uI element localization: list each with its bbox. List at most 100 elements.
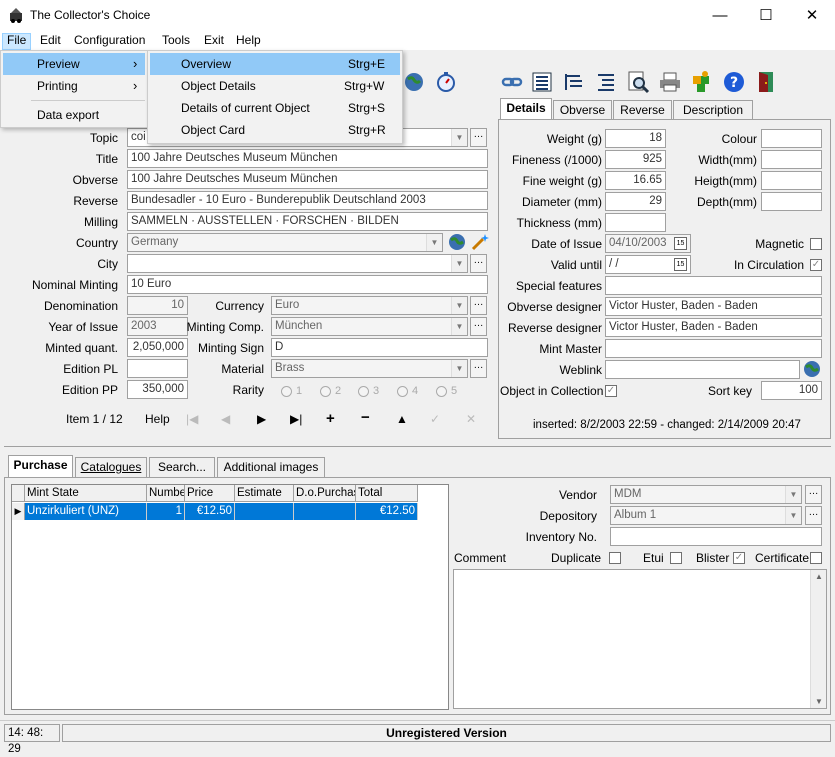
- minimize-button[interactable]: —: [697, 0, 743, 31]
- rarity-radio-2[interactable]: [320, 386, 331, 397]
- special-features-field[interactable]: [605, 276, 822, 295]
- title-field[interactable]: 100 Jahre Deutsches Museum München: [127, 149, 488, 168]
- rarity-radio-4[interactable]: [397, 386, 408, 397]
- rarity-radio-1[interactable]: [281, 386, 292, 397]
- globe-icon[interactable]: [802, 359, 822, 379]
- tree-view-icon[interactable]: [562, 70, 586, 94]
- edition-pp-field[interactable]: 350,000: [127, 380, 188, 399]
- grid-header-estimate[interactable]: Estimate: [235, 485, 294, 502]
- menu-help[interactable]: Help: [232, 33, 265, 50]
- grid-header-price[interactable]: Price: [185, 485, 235, 502]
- printer-icon[interactable]: [658, 70, 682, 94]
- tab-catalogues[interactable]: Catalogues: [75, 457, 147, 477]
- close-button[interactable]: ✕: [789, 0, 835, 31]
- vendor-more-button[interactable]: …: [805, 485, 822, 504]
- calendar-icon[interactable]: 15: [674, 237, 687, 250]
- currency-dropdown-icon[interactable]: ▼: [451, 297, 467, 314]
- tab-description[interactable]: Description: [673, 100, 753, 120]
- grid-header-total[interactable]: Total: [356, 485, 418, 502]
- calendar-icon[interactable]: 15: [674, 258, 687, 271]
- width-field[interactable]: [761, 150, 822, 169]
- minted-quantity-field[interactable]: 2,050,000: [127, 338, 188, 357]
- delete-record-icon[interactable]: −: [361, 409, 370, 426]
- details-view-icon[interactable]: [594, 70, 618, 94]
- menu-edit[interactable]: Edit: [36, 33, 65, 50]
- reverse-field[interactable]: Bundesadler - 10 Euro - Bunderepublik De…: [127, 191, 488, 210]
- menu-item-printing[interactable]: Printing: [3, 75, 145, 97]
- minting-comp-field[interactable]: München: [271, 317, 468, 336]
- menu-tools[interactable]: Tools: [158, 33, 194, 50]
- link-icon[interactable]: [500, 70, 524, 94]
- grid-cell-date-purchase[interactable]: [294, 503, 356, 520]
- obverse-field[interactable]: 100 Jahre Deutsches Museum München: [127, 170, 488, 189]
- confirm-icon[interactable]: ✓: [430, 412, 440, 426]
- grid-header-number[interactable]: Numbe: [147, 485, 185, 502]
- comment-scrollbar[interactable]: ▲ ▼: [810, 570, 826, 708]
- weight-field[interactable]: 18: [605, 129, 666, 148]
- fine-weight-field[interactable]: 16.65: [605, 171, 666, 190]
- submenu-item-object-details[interactable]: Object Details Strg+W: [150, 75, 400, 97]
- grid-cell-number[interactable]: 1: [147, 503, 185, 520]
- weblink-field[interactable]: [605, 360, 800, 379]
- certificate-checkbox[interactable]: [810, 552, 822, 564]
- topic-more-button[interactable]: …: [470, 128, 487, 147]
- first-record-icon[interactable]: |◀: [186, 412, 198, 426]
- city-more-button[interactable]: …: [470, 254, 487, 273]
- mint-master-field[interactable]: [605, 339, 822, 358]
- tab-details[interactable]: Details: [500, 98, 552, 120]
- tab-search[interactable]: Search...: [149, 457, 215, 477]
- search-icon[interactable]: [626, 70, 650, 94]
- grid-cell-total[interactable]: €12.50: [356, 503, 418, 520]
- duplicate-checkbox[interactable]: [609, 552, 621, 564]
- depository-field[interactable]: Album 1: [610, 506, 802, 525]
- year-field[interactable]: 2003: [127, 317, 188, 336]
- obverse-designer-field[interactable]: Victor Huster, Baden - Baden: [605, 297, 822, 316]
- country-field[interactable]: Germany: [127, 233, 443, 252]
- previous-record-icon[interactable]: ◀: [221, 412, 230, 426]
- etui-checkbox[interactable]: [670, 552, 682, 564]
- grid-cell-estimate[interactable]: [235, 503, 294, 520]
- fineness-field[interactable]: 925: [605, 150, 666, 169]
- menu-file[interactable]: File: [2, 33, 32, 50]
- tab-purchase[interactable]: Purchase: [8, 455, 73, 477]
- minting-sign-field[interactable]: D: [271, 338, 488, 357]
- reverse-designer-field[interactable]: Victor Huster, Baden - Baden: [605, 318, 822, 337]
- material-dropdown-icon[interactable]: ▼: [451, 360, 467, 377]
- vendor-dropdown-icon[interactable]: ▼: [785, 486, 801, 503]
- tab-obverse[interactable]: Obverse: [553, 100, 612, 120]
- scroll-down-icon[interactable]: ▼: [815, 697, 823, 706]
- list-view-icon[interactable]: [530, 70, 554, 94]
- minting-comp-dropdown-icon[interactable]: ▼: [451, 318, 467, 335]
- submenu-item-overview[interactable]: Overview Strg+E: [150, 53, 400, 75]
- puzzle-icon[interactable]: [690, 70, 714, 94]
- next-record-icon[interactable]: ▶: [257, 412, 266, 426]
- nominal-minting-field[interactable]: 10 Euro: [127, 275, 488, 294]
- magic-wand-icon[interactable]: [470, 232, 490, 252]
- menu-configuration[interactable]: Configuration: [70, 33, 149, 50]
- country-dropdown-icon[interactable]: ▼: [426, 234, 442, 251]
- menu-item-preview[interactable]: Preview: [3, 53, 145, 75]
- milling-field[interactable]: SAMMELN · AUSSTELLEN · FORSCHEN · BILDEN: [127, 212, 488, 231]
- rarity-radio-3[interactable]: [358, 386, 369, 397]
- menu-item-data-export[interactable]: Data export: [3, 104, 145, 126]
- edition-pl-field[interactable]: [127, 359, 188, 378]
- in-circulation-checkbox[interactable]: ✓: [810, 259, 822, 271]
- submenu-item-details-current-object[interactable]: Details of current Object Strg+S: [150, 97, 400, 119]
- add-record-icon[interactable]: +: [326, 410, 335, 427]
- material-field[interactable]: Brass: [271, 359, 468, 378]
- edit-record-icon[interactable]: ▲: [396, 412, 408, 426]
- inventory-field[interactable]: [610, 527, 822, 546]
- grid-header-mint-state[interactable]: Mint State: [25, 485, 147, 502]
- city-field[interactable]: [127, 254, 468, 273]
- rarity-radio-5[interactable]: [436, 386, 447, 397]
- sort-key-field[interactable]: 100: [761, 381, 822, 400]
- thickness-field[interactable]: [605, 213, 666, 232]
- denomination-field[interactable]: 10: [127, 296, 188, 315]
- scroll-up-icon[interactable]: ▲: [815, 572, 823, 581]
- blister-checkbox[interactable]: ✓: [733, 552, 745, 564]
- grid-header-date-purchase[interactable]: D.o.Purchas: [294, 485, 356, 502]
- help-link[interactable]: Help: [145, 412, 170, 426]
- vendor-field[interactable]: MDM: [610, 485, 802, 504]
- height-field[interactable]: [761, 171, 822, 190]
- last-record-icon[interactable]: ▶|: [290, 412, 302, 426]
